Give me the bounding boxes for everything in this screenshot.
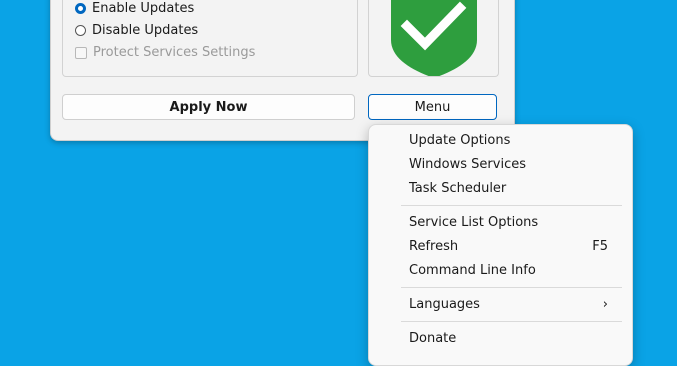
- menu-item-label: Command Line Info: [409, 262, 536, 278]
- menu-item-shortcut: F5: [592, 238, 608, 254]
- radio-checked-icon: [75, 3, 86, 14]
- menu-button[interactable]: Menu: [368, 94, 497, 120]
- chevron-right-icon: ›: [602, 296, 608, 312]
- menu-item-task-scheduler[interactable]: Task Scheduler: [409, 178, 618, 198]
- protect-services-label: Protect Services Settings: [93, 45, 256, 60]
- radio-unchecked-icon: [75, 25, 86, 36]
- menu-separator: [401, 287, 622, 288]
- menu-item-languages[interactable]: Languages ›: [409, 294, 618, 314]
- menu-item-label: Languages: [409, 296, 480, 312]
- menu-item-refresh[interactable]: Refresh F5: [409, 236, 618, 256]
- menu-item-label: Update Options: [409, 132, 511, 148]
- disable-updates-label: Disable Updates: [92, 23, 199, 38]
- menu-item-windows-services[interactable]: Windows Services: [409, 154, 618, 174]
- update-options-group: Enable Updates Disable Updates Protect S…: [62, 0, 358, 77]
- menu-item-donate[interactable]: Donate: [409, 328, 618, 348]
- menu-item-label: Windows Services: [409, 156, 526, 172]
- shield-check-icon: [391, 0, 477, 76]
- menu-item-label: Donate: [409, 330, 457, 346]
- menu-item-label: Service List Options: [409, 214, 539, 230]
- menu-separator: [401, 321, 622, 322]
- app-window: Enable Updates Disable Updates Protect S…: [50, 0, 515, 141]
- apply-now-button[interactable]: Apply Now: [62, 94, 355, 120]
- context-menu: Update Options Windows Services Task Sch…: [368, 124, 633, 366]
- enable-updates-label: Enable Updates: [92, 1, 195, 16]
- protect-services-checkbox[interactable]: Protect Services Settings: [75, 45, 255, 60]
- menu-item-update-options[interactable]: Update Options: [409, 130, 618, 150]
- enable-updates-radio[interactable]: Enable Updates: [75, 1, 194, 16]
- checkbox-icon: [75, 46, 87, 59]
- disable-updates-radio[interactable]: Disable Updates: [75, 23, 198, 38]
- menu-item-command-line-info[interactable]: Command Line Info: [409, 260, 618, 280]
- menu-item-service-list-options[interactable]: Service List Options: [409, 212, 618, 232]
- menu-item-label: Task Scheduler: [409, 180, 507, 196]
- menu-separator: [401, 205, 622, 206]
- menu-item-label: Refresh: [409, 238, 459, 254]
- status-panel: [368, 0, 499, 77]
